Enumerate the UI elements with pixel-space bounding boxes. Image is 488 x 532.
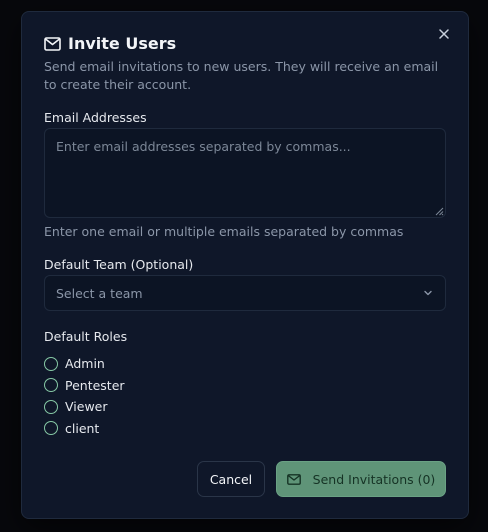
resize-grip-icon[interactable] bbox=[435, 207, 444, 216]
role-option-client[interactable]: client bbox=[44, 418, 125, 440]
radio-button[interactable] bbox=[44, 399, 58, 414]
role-option-pentester[interactable]: Pentester bbox=[44, 375, 125, 397]
radio-button[interactable] bbox=[44, 421, 58, 436]
role-option-viewer[interactable]: Viewer bbox=[44, 396, 125, 418]
chevron-down-icon bbox=[424, 290, 432, 296]
role-label: client bbox=[65, 420, 100, 436]
team-select-value: Select a team bbox=[56, 285, 143, 301]
invite-users-dialog: Invite Users Send email invitations to n… bbox=[21, 11, 469, 519]
cancel-button[interactable]: Cancel bbox=[197, 461, 265, 497]
dialog-header: Invite Users bbox=[44, 34, 176, 53]
email-addresses-input[interactable] bbox=[44, 128, 446, 218]
roles-radio-group: Admin Pentester Viewer client bbox=[44, 353, 125, 439]
role-label: Viewer bbox=[65, 399, 108, 415]
role-option-admin[interactable]: Admin bbox=[44, 353, 125, 375]
radio-button[interactable] bbox=[44, 356, 58, 371]
close-button[interactable] bbox=[434, 24, 454, 44]
role-label: Admin bbox=[65, 356, 105, 372]
email-addresses-label: Email Addresses bbox=[44, 110, 147, 125]
default-roles-label: Default Roles bbox=[44, 329, 128, 344]
dialog-description: Send email invitations to new users. The… bbox=[44, 59, 439, 92]
dialog-title: Invite Users bbox=[68, 34, 177, 53]
team-select[interactable]: Select a team bbox=[44, 275, 446, 311]
mail-icon bbox=[44, 36, 61, 51]
email-hint: Enter one email or multiple emails separ… bbox=[44, 224, 404, 239]
send-invitations-label: Send Invitations (0) bbox=[312, 471, 436, 487]
radio-button[interactable] bbox=[44, 378, 58, 393]
mail-icon bbox=[286, 473, 301, 485]
send-invitations-button[interactable]: Send Invitations (0) bbox=[276, 461, 446, 497]
default-team-label: Default Team (Optional) bbox=[44, 257, 194, 272]
role-label: Pentester bbox=[65, 377, 125, 393]
close-icon bbox=[439, 29, 449, 39]
